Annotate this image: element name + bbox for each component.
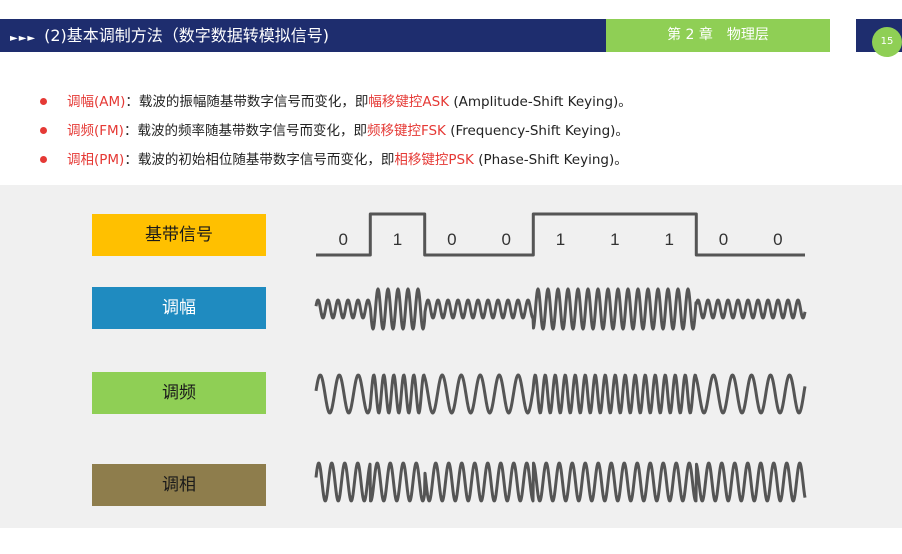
bit-label: 1 — [664, 230, 673, 249]
bit-label: 1 — [393, 230, 402, 249]
bit-label: 0 — [719, 230, 728, 249]
slide: ►►► (2)基本调制方法（数字数据转模拟信号) 第 2 章 物理层 15 调幅(… — [0, 0, 902, 554]
bit-label: 0 — [501, 230, 510, 249]
waveform-diagram: 0 1 0 0 1 1 1 0 0 — [314, 212, 807, 503]
bit-label: 1 — [610, 230, 619, 249]
bit-label: 0 — [338, 230, 347, 249]
am-waveform — [314, 287, 807, 331]
bit-label: 1 — [556, 230, 565, 249]
bit-label: 0 — [447, 230, 456, 249]
bit-label: 0 — [773, 230, 782, 249]
fm-waveform — [314, 373, 807, 415]
pm-waveform — [314, 461, 807, 503]
